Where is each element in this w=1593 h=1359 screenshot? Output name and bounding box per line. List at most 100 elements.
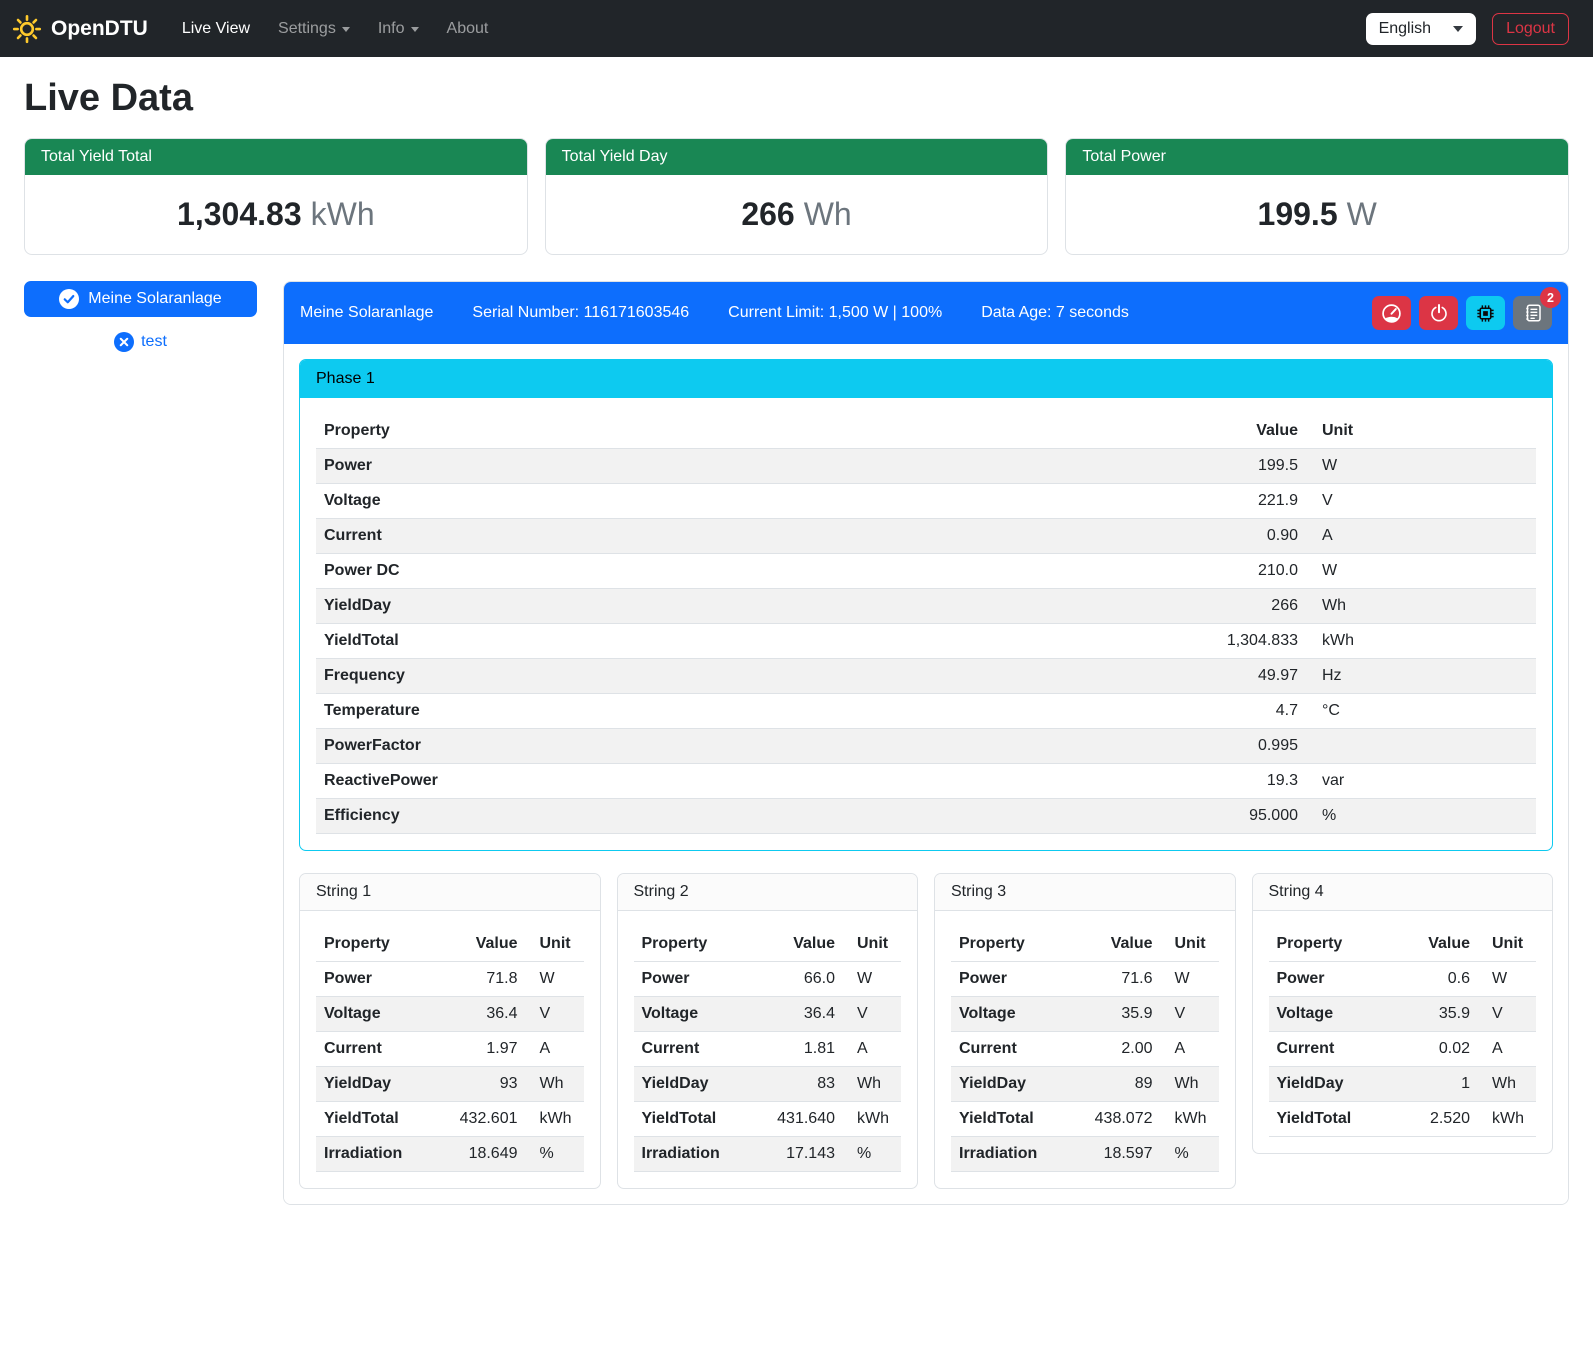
card-title: Total Power [1066,139,1568,175]
table-header-row: Property Value Unit [316,414,1536,449]
phase-title: Phase 1 [300,360,1552,398]
table-cell: PowerFactor [316,729,1186,764]
table-header-row: Property Value Unit [316,927,584,962]
table-row: Current0.90A [316,519,1536,554]
navbar: OpenDTU Live View Settings Info About En… [0,0,1593,57]
table-cell: V [843,997,901,1032]
col-value: Value [751,927,843,962]
table-row: Temperature4.7°C [316,694,1536,729]
brand-label: OpenDTU [51,17,148,41]
event-log-button[interactable]: 2 [1513,296,1552,330]
limit-settings-button[interactable] [1372,296,1411,330]
table-cell: 18.597 [1068,1137,1160,1172]
chevron-down-icon [411,27,419,32]
table-cell [1306,729,1536,764]
table-cell: 2.00 [1068,1032,1160,1067]
power-button[interactable] [1419,296,1458,330]
phase-1-card: Phase 1 Property Value Unit Power199.5WV… [299,359,1553,851]
string-title: String 3 [935,874,1235,911]
summary-cards-row: Total Yield Total 1,304.83kWh Total Yiel… [24,138,1569,255]
table-cell: 35.9 [1068,997,1160,1032]
table-cell: Current [1269,1032,1397,1067]
col-value: Value [1068,927,1160,962]
inverter-card-header: Meine Solaranlage Serial Number: 1161716… [284,282,1568,344]
x-circle-icon [114,332,134,352]
table-cell: 0.90 [1186,519,1306,554]
table-row: Power71.8W [316,962,584,997]
table-cell: 2.520 [1396,1102,1478,1137]
card-total-power: Total Power 199.5W [1065,138,1569,255]
logout-button[interactable]: Logout [1492,13,1569,45]
journal-text-icon [1523,303,1543,323]
card-body: 199.5W [1066,175,1568,254]
table-cell: 431.640 [751,1102,843,1137]
table-cell: YieldDay [951,1067,1068,1102]
table-row: ReactivePower19.3var [316,764,1536,799]
table-cell: 35.9 [1396,997,1478,1032]
page-content: Live Data Total Yield Total 1,304.83kWh … [0,57,1593,1221]
col-property: Property [1269,927,1397,962]
chevron-down-icon [342,27,350,32]
string-4-card: String 4 Property Value Unit [1252,873,1554,1154]
device-info-button[interactable] [1466,296,1505,330]
table-cell: 4.7 [1186,694,1306,729]
table-cell: W [1306,449,1536,484]
table-cell: YieldDay [316,1067,433,1102]
table-cell: Irradiation [951,1137,1068,1172]
col-property: Property [316,414,1186,449]
table-cell: YieldDay [634,1067,751,1102]
nav-item-settings[interactable]: Settings [264,12,364,46]
inverter-limit: Current Limit: 1,500 W | 100% [728,304,942,322]
table-cell: W [1161,962,1219,997]
table-cell: 0.6 [1396,962,1478,997]
table-cell: YieldTotal [1269,1102,1397,1137]
table-cell: Current [951,1032,1068,1067]
inverter-selected-button[interactable]: Meine Solaranlage [24,281,257,317]
table-row: Voltage36.4V [316,997,584,1032]
inverter-data-age: Data Age: 7 seconds [981,304,1129,322]
card-title: Total Yield Day [546,139,1048,175]
table-cell: 71.8 [433,962,525,997]
string-body: Property Value Unit Power0.6WVoltage35.9… [1253,911,1553,1153]
table-cell: W [526,962,584,997]
string-title: String 2 [618,874,918,911]
nav-item-info[interactable]: Info [364,12,433,46]
table-row: Voltage35.9V [951,997,1219,1032]
table-row: Current2.00A [951,1032,1219,1067]
table-cell: 71.6 [1068,962,1160,997]
total-yield-day-unit: Wh [804,196,852,232]
string-2-card: String 2 Property Value Unit [617,873,919,1189]
nav-item-about[interactable]: About [433,12,503,46]
nav-item-live-view[interactable]: Live View [168,12,264,46]
table-row: YieldTotal1,304.833kWh [316,624,1536,659]
table-cell: 0.02 [1396,1032,1478,1067]
table-cell: Irradiation [634,1137,751,1172]
phase-table: Property Value Unit Power199.5WVoltage22… [316,414,1536,834]
table-cell: YieldTotal [634,1102,751,1137]
table-cell: 95.000 [1186,799,1306,834]
table-cell: Current [316,519,1186,554]
language-select[interactable]: English [1366,13,1476,45]
table-row: YieldTotal2.520kWh [1269,1102,1537,1137]
table-cell: 18.649 [433,1137,525,1172]
inverter-actions: 2 [1372,296,1552,330]
language-value: English [1379,20,1431,38]
inverter-item-test[interactable]: test [24,332,257,352]
string-3-card: String 3 Property Value Unit [934,873,1236,1189]
chevron-down-icon [1453,26,1463,32]
table-row: YieldDay93Wh [316,1067,584,1102]
table-cell: kWh [1306,624,1536,659]
table-cell: Voltage [1269,997,1397,1032]
brand[interactable]: OpenDTU [12,14,148,44]
table-cell: Wh [526,1067,584,1102]
inverter-card-body: Phase 1 Property Value Unit Power199.5WV… [284,344,1568,1204]
string-1-card: String 1 Property Value Unit [299,873,601,1189]
total-yield-total-value: 1,304.83 [177,196,302,232]
string-body: Property Value Unit Power71.6WVoltage35.… [935,911,1235,1188]
table-row: Voltage35.9V [1269,997,1537,1032]
table-row: YieldDay266Wh [316,589,1536,624]
inverter-selected-label: Meine Solaranlage [88,290,221,308]
inverter-test-label: test [141,333,167,351]
table-row: Efficiency95.000% [316,799,1536,834]
cpu-icon [1475,303,1496,324]
